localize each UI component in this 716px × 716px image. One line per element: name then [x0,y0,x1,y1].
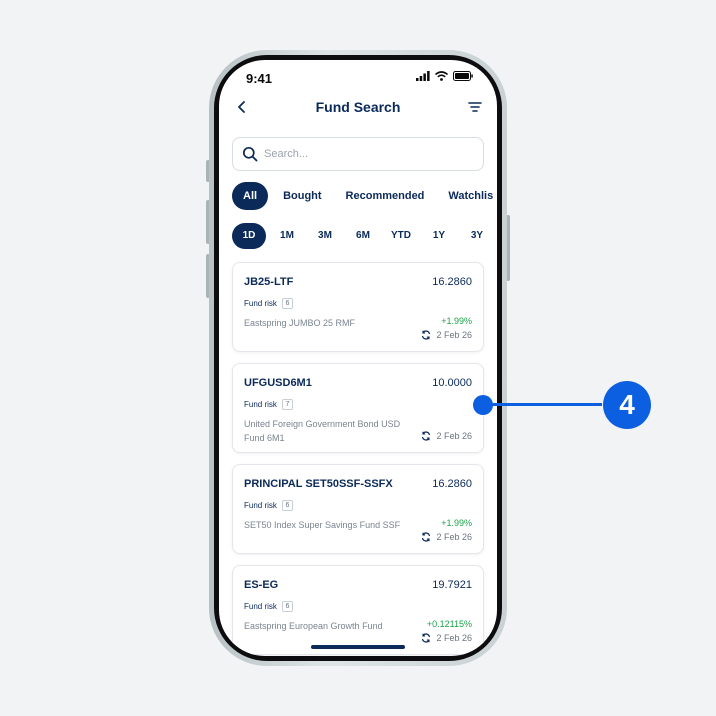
fund-risk-level: 6 [281,601,293,612]
fund-card[interactable]: ES-EG 19.7921 Fund risk 6 Eastspring Eur… [232,565,484,655]
callout-line [486,403,602,406]
callout-badge: 4 [603,381,651,429]
tab-bought[interactable]: Bought [274,182,330,210]
fund-code: UFGUSD6M1 [244,377,312,389]
cellular-signal-icon [416,71,430,81]
tab-all[interactable]: All [232,182,269,210]
refresh-icon [422,532,431,542]
callout-dot [473,395,493,415]
tab-recommended[interactable]: Recommended [337,182,434,210]
refresh-icon [422,633,431,643]
period-1m[interactable]: 1M [270,223,304,249]
wifi-icon [435,71,448,81]
period-3m[interactable]: 3M [308,223,342,249]
home-indicator[interactable] [311,645,405,649]
fund-risk-level: 7 [281,399,293,410]
search-bar[interactable] [232,137,484,171]
fund-nav: 10.0000 [432,377,472,389]
app-header: Fund Search [219,94,497,124]
refresh-icon [422,431,431,441]
fund-change: +0.12115% [426,619,472,629]
fund-change: +1.99% [441,518,472,528]
status-bar: 9:41 [219,60,497,94]
period-1d[interactable]: 1D [232,223,266,249]
battery-icon [453,71,473,81]
fund-risk-label: Fund risk [244,400,277,409]
fund-date-text: 2 Feb 26 [436,330,472,340]
fund-risk: Fund risk 7 [244,399,293,410]
search-input[interactable] [264,148,464,160]
period-1y[interactable]: 1Y [422,223,456,249]
search-icon [242,146,258,162]
fund-risk: Fund risk 6 [244,298,293,309]
filter-icon[interactable] [467,99,483,115]
fund-name: Eastspring European Growth Fund [244,621,383,631]
fund-name: SET50 Index Super Savings Fund SSF [244,520,401,530]
fund-date: 2 Feb 26 [421,330,472,340]
period-selector: 1D 1M 3M 6M YTD 1Y 3Y [232,223,497,249]
fund-risk-label: Fund risk [244,501,277,510]
fund-nav: 16.2860 [432,276,472,288]
fund-code: JB25-LTF [244,276,294,288]
fund-code: PRINCIPAL SET50SSF-SSFX [244,478,393,490]
fund-risk: Fund risk 6 [244,500,293,511]
fund-card[interactable]: UFGUSD6M1 10.0000 Fund risk 7 United For… [232,363,484,453]
page-title: Fund Search [315,99,401,115]
fund-nav: 16.2860 [432,478,472,490]
fund-risk-label: Fund risk [244,602,277,611]
fund-risk-label: Fund risk [244,299,277,308]
fund-card[interactable]: JB25-LTF 16.2860 Fund risk 6 Eastspring … [232,262,484,352]
fund-date: 2 Feb 26 [421,532,472,542]
fund-date-text: 2 Feb 26 [436,431,472,441]
fund-risk-level: 6 [281,500,293,511]
fund-code: ES-EG [244,579,279,591]
status-time: 9:41 [246,71,273,86]
fund-card[interactable]: PRINCIPAL SET50SSF-SSFX 16.2860 Fund ris… [232,464,484,554]
fund-date-text: 2 Feb 26 [436,633,472,643]
fund-change: +1.99% [441,316,472,326]
fund-nav: 19.7921 [432,579,472,591]
period-3y[interactable]: 3Y [460,223,494,249]
category-tabs: All Bought Recommended Watchlis [232,182,497,210]
fund-risk-level: 6 [281,298,293,309]
fund-date: 2 Feb 26 [421,431,472,441]
tab-watchlist[interactable]: Watchlis [439,182,497,210]
fund-name: Eastspring JUMBO 25 RMF [244,318,356,328]
fund-date: 2 Feb 26 [421,633,472,643]
refresh-icon [422,330,431,340]
period-6m[interactable]: 6M [346,223,380,249]
fund-date-text: 2 Feb 26 [436,532,472,542]
phone-screen: 9:41 Fund Search Search... All Bought Re… [219,60,497,656]
fund-name: United Foreign Government Bond USD Fund … [244,419,401,443]
fund-risk: Fund risk 6 [244,601,293,612]
period-ytd[interactable]: YTD [384,223,418,249]
